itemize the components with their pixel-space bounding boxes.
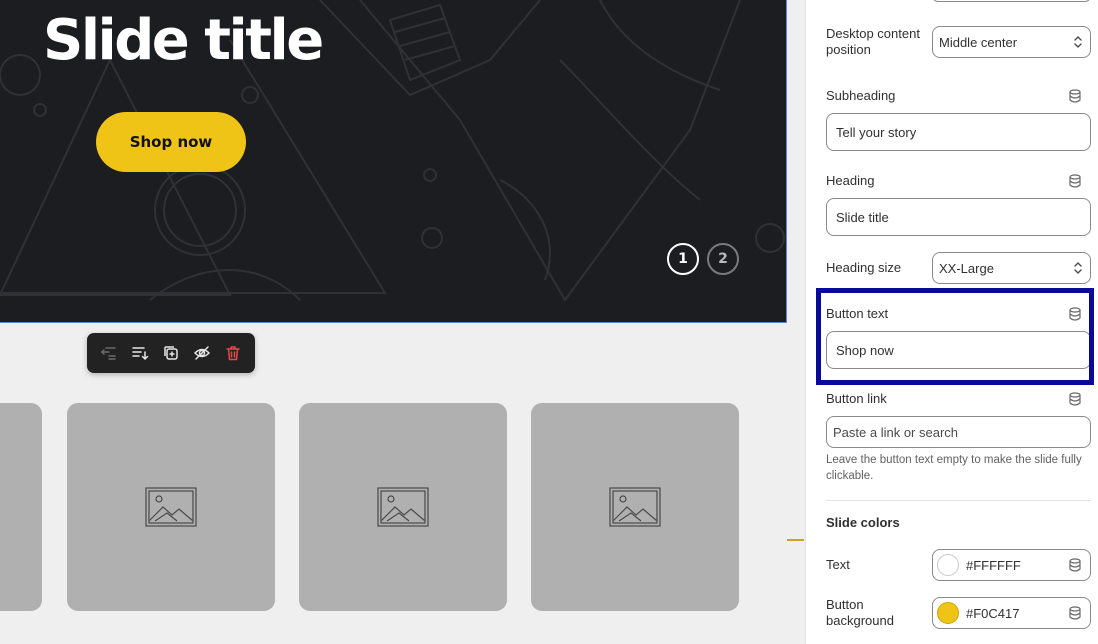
image-tile[interactable] <box>0 403 42 611</box>
button-background-color-field[interactable]: #F0C417 <box>932 597 1091 629</box>
previous-field[interactable] <box>932 0 1091 2</box>
database-icon[interactable] <box>1068 606 1082 620</box>
button-background-color-label: Button background <box>826 597 894 628</box>
pagination-dot-2[interactable]: 2 <box>707 243 739 275</box>
heading-size-value: XX-Large <box>939 260 994 276</box>
button-link-input[interactable]: Paste a link or search <box>826 416 1091 448</box>
image-tile[interactable] <box>299 403 507 611</box>
chevron-up-down-icon <box>1074 36 1082 48</box>
reorder-icon[interactable] <box>128 341 152 365</box>
text-color-value: #FFFFFF <box>966 557 1021 573</box>
delete-icon[interactable] <box>221 341 245 365</box>
button-link-label: Button link <box>826 391 887 406</box>
heading-label: Heading <box>826 173 875 188</box>
image-placeholder-icon <box>377 487 429 527</box>
subheading-input[interactable]: Tell your story <box>826 113 1091 151</box>
heading-input[interactable]: Slide title <box>826 198 1091 236</box>
drop-indicator <box>787 539 804 541</box>
desktop-content-position-label: Desktop content position <box>826 26 920 57</box>
image-placeholder-icon <box>145 487 197 527</box>
text-color-swatch[interactable] <box>937 554 959 576</box>
text-color-label: Text <box>826 557 850 572</box>
button-background-color-value: #F0C417 <box>966 605 1020 621</box>
slide-heading: Slide title <box>43 8 324 73</box>
image-tile[interactable] <box>531 403 739 611</box>
section-divider <box>826 500 1091 501</box>
database-icon[interactable] <box>1068 307 1082 321</box>
database-icon[interactable] <box>1068 558 1082 572</box>
desktop-content-position-value: Middle center <box>939 34 1018 50</box>
desktop-content-position-select[interactable]: Middle center <box>932 26 1091 58</box>
subheading-label: Subheading <box>826 88 896 103</box>
heading-size-select[interactable]: XX-Large <box>932 252 1091 284</box>
database-icon[interactable] <box>1068 392 1082 406</box>
slide-colors-heading: Slide colors <box>826 515 900 530</box>
hide-icon[interactable] <box>190 341 214 365</box>
block-toolbar <box>87 333 255 373</box>
settings-panel: Desktop content position Middle center S… <box>805 0 1098 644</box>
preview-canvas: Slide title Shop now 1 2 <box>0 0 805 644</box>
database-icon[interactable] <box>1068 89 1082 103</box>
database-icon[interactable] <box>1068 174 1082 188</box>
image-placeholder-icon <box>609 487 661 527</box>
heading-size-label: Heading size <box>826 260 902 275</box>
text-color-field[interactable]: #FFFFFF <box>932 549 1091 581</box>
shop-now-button[interactable]: Shop now <box>96 112 246 172</box>
pagination-dot-1[interactable]: 1 <box>667 243 699 275</box>
duplicate-icon[interactable] <box>159 341 183 365</box>
slideshow-slide[interactable]: Slide title Shop now 1 2 <box>0 0 787 323</box>
image-tile[interactable] <box>67 403 275 611</box>
button-link-help-text: Leave the button text empty to make the … <box>826 454 1082 482</box>
chevron-up-down-icon <box>1074 262 1082 274</box>
button-text-input[interactable]: Shop now <box>826 331 1091 369</box>
button-text-label: Button text <box>826 306 889 321</box>
button-background-swatch[interactable] <box>937 602 959 624</box>
move-to-parent-icon[interactable] <box>97 341 121 365</box>
